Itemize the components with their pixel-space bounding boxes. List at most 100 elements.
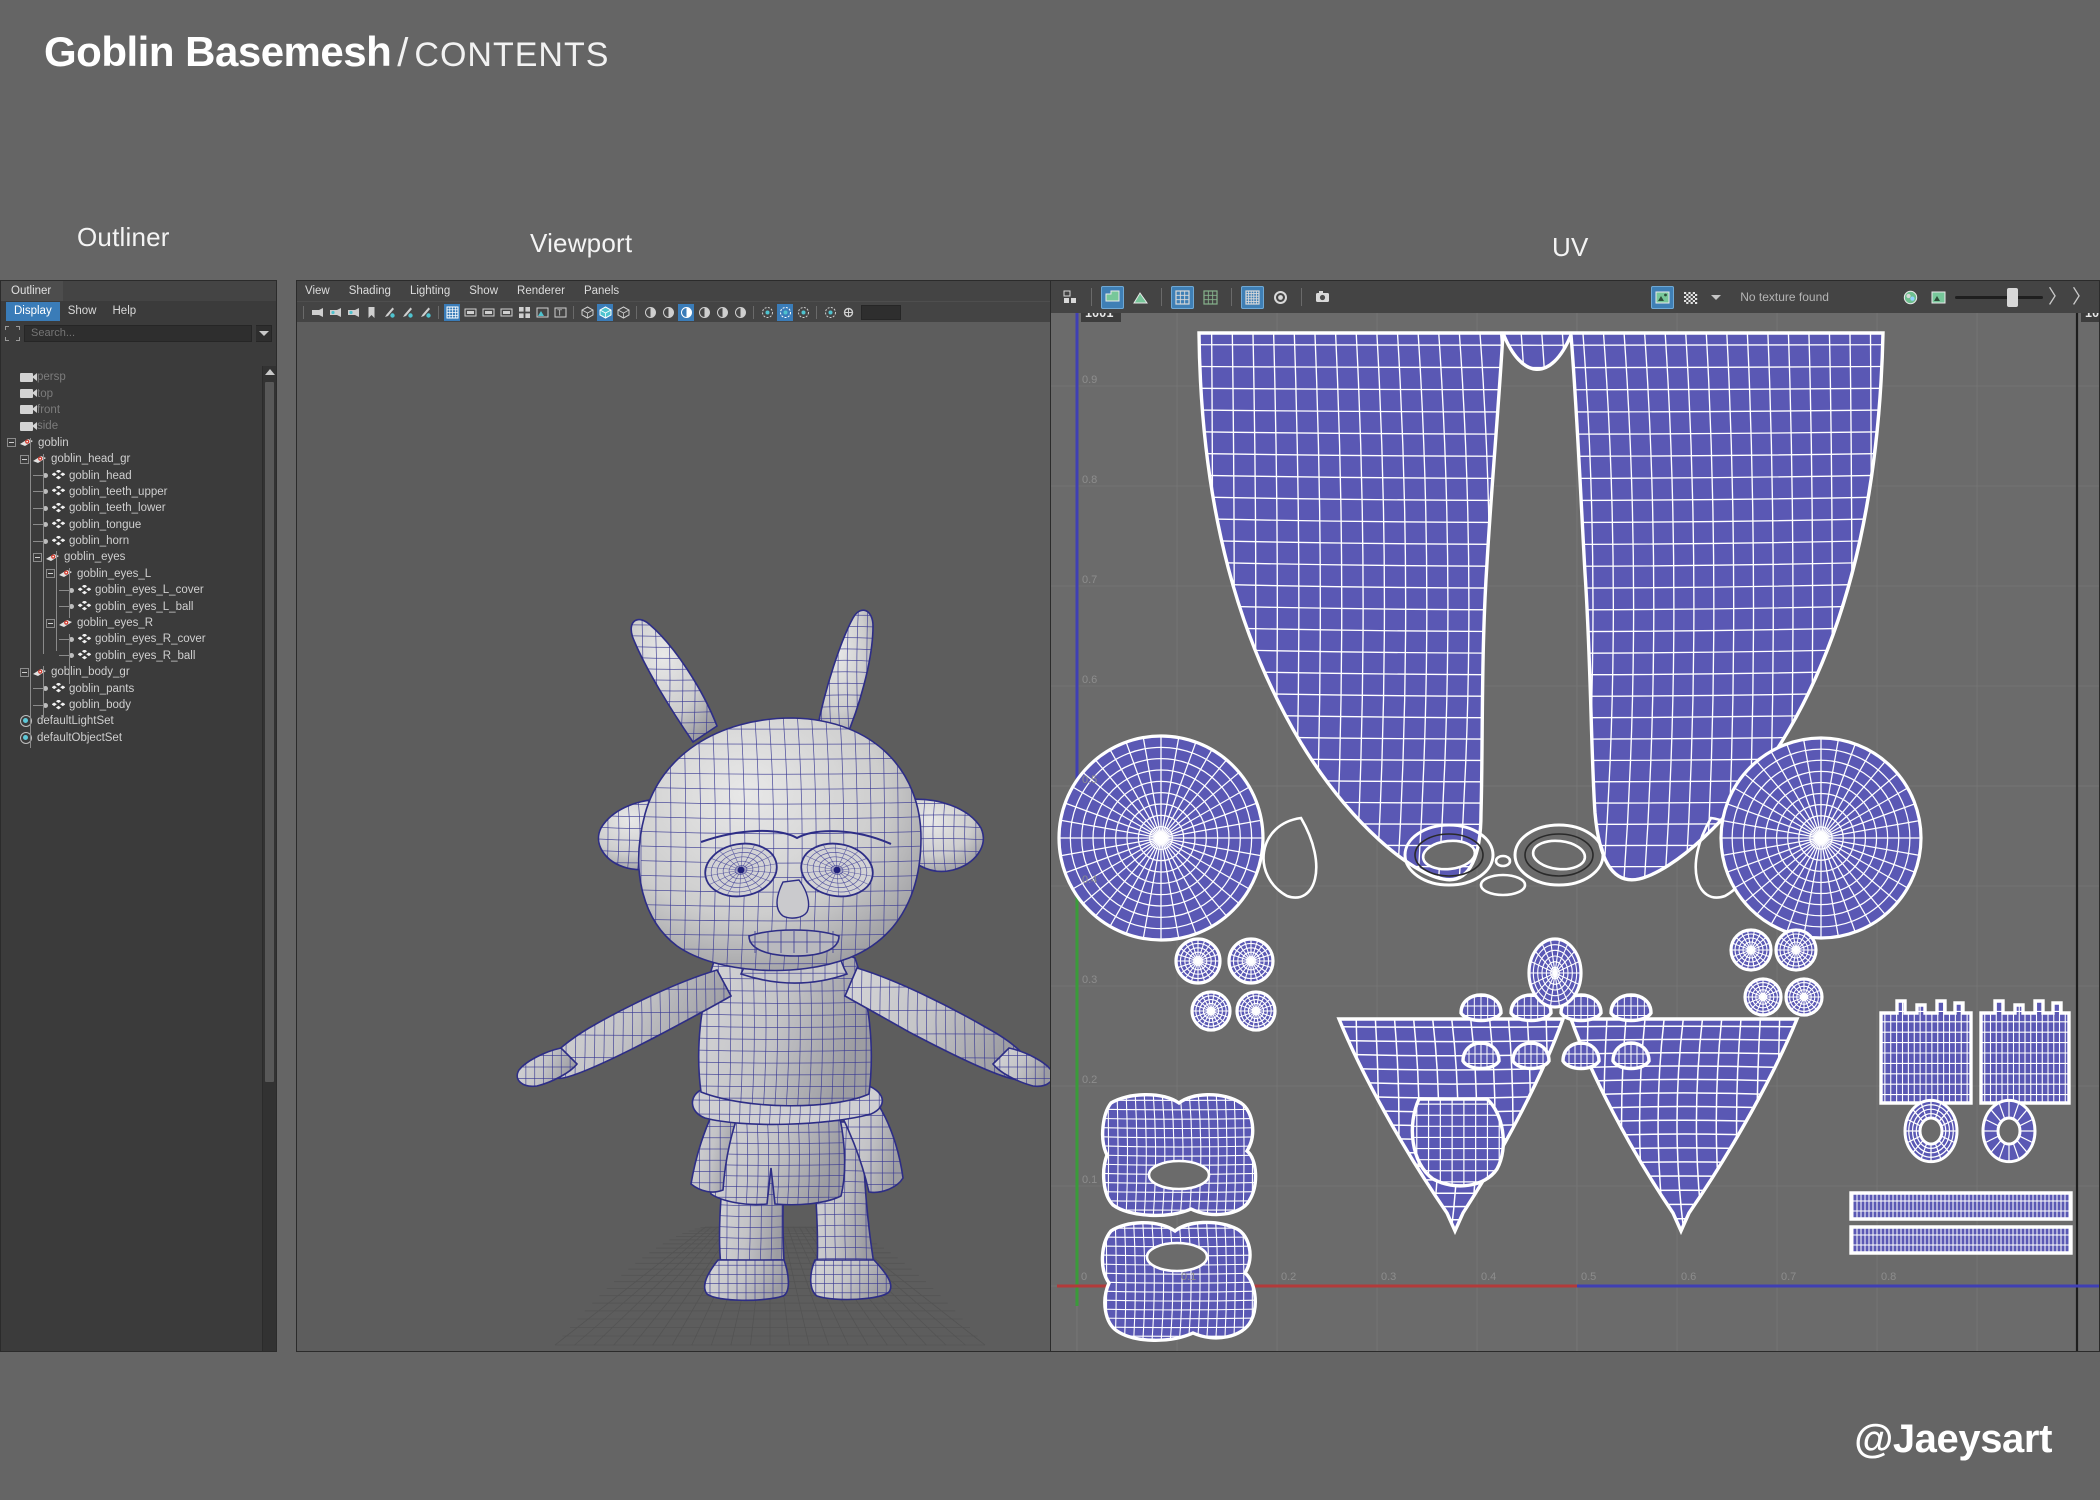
expander-collapse-icon[interactable] <box>46 618 55 628</box>
outliner-item-top[interactable]: top <box>1 385 262 401</box>
uv-grid-display-icon[interactable] <box>1171 285 1194 309</box>
tree-connector <box>33 491 43 493</box>
checker-pattern-icon[interactable] <box>1679 286 1702 309</box>
search-input[interactable] <box>24 324 252 342</box>
image-display-icon[interactable] <box>1651 285 1675 309</box>
shaded-textured-icon[interactable] <box>615 304 631 321</box>
multisample-icon[interactable] <box>714 304 730 321</box>
outliner-item-goblin_body[interactable]: goblin_body <box>1 697 262 713</box>
outliner-item-label: goblin_eyes <box>64 551 126 564</box>
chevron-down-icon[interactable] <box>1711 294 1722 300</box>
texture-toggle-icon[interactable]: T <box>552 304 568 321</box>
paint-select-icon[interactable] <box>399 304 415 321</box>
viewport-menu-view[interactable]: View <box>305 285 340 297</box>
viewport-menu-shading[interactable]: Shading <box>349 285 401 297</box>
shadows-icon[interactable] <box>660 304 676 321</box>
expander-collapse-icon[interactable] <box>46 569 55 579</box>
expander-collapse-icon[interactable] <box>20 667 29 677</box>
uv-isolate-icon[interactable] <box>1269 286 1292 309</box>
uv-checker-icon[interactable] <box>1199 286 1222 309</box>
outliner-menu-display[interactable]: Display <box>6 302 60 321</box>
resolution-gate-icon[interactable] <box>480 304 496 321</box>
outliner-item-goblin_tongue[interactable]: goblin_tongue <box>1 517 262 533</box>
outliner-item-goblin_horn[interactable]: goblin_horn <box>1 533 262 549</box>
outliner-scrollbar[interactable] <box>262 366 276 1351</box>
film-gate-icon[interactable] <box>462 304 478 321</box>
xray-joints-icon[interactable] <box>795 304 811 321</box>
outliner-item-goblin_eyes_R_ball[interactable]: goblin_eyes_R_ball <box>1 648 262 664</box>
outliner-menu-help[interactable]: Help <box>105 302 145 321</box>
grease-pencil-icon[interactable] <box>381 304 397 321</box>
viewport-menu-renderer[interactable]: Renderer <box>517 285 575 297</box>
uv-snapshot-icon[interactable] <box>1311 286 1334 309</box>
uv-canvas[interactable]: U1V11001 U2V100 0.9 0.8 0.7 0.6 0.5 0.4 0.3 0.2 0.… <box>1051 313 2099 1351</box>
outliner-item-front[interactable]: front <box>1 402 262 418</box>
outliner-tree[interactable]: persp top front side goblin goblin_head_gr gob… <box>1 366 262 1351</box>
outliner-item-goblin_teeth_upper[interactable]: goblin_teeth_upper <box>1 484 262 500</box>
outliner-item-goblin_body_gr[interactable]: goblin_body_gr <box>1 664 262 680</box>
outliner-item-goblin_head_gr[interactable]: goblin_head_gr <box>1 451 262 467</box>
outliner-item-goblin_eyes_L[interactable]: goblin_eyes_L <box>1 566 262 582</box>
viewport-menu-panels[interactable]: Panels <box>584 285 629 297</box>
camera-lock-icon[interactable] <box>327 304 343 321</box>
outliner-item-goblin_eyes_L_ball[interactable]: goblin_eyes_L_ball <box>1 598 262 614</box>
search-dropdown-button[interactable] <box>256 324 272 342</box>
outliner-tab[interactable]: Outliner <box>1 281 64 301</box>
brush-icon[interactable] <box>417 304 433 321</box>
viewport-canvas[interactable] <box>297 322 1051 1351</box>
viewport-menu-lighting[interactable]: Lighting <box>410 285 460 297</box>
outliner-item-defaultObjectSet[interactable]: defaultObjectSet <box>1 730 262 746</box>
uv-face-select-icon[interactable] <box>1129 286 1152 309</box>
exposure-icon[interactable] <box>840 304 856 321</box>
outliner-menu-show[interactable]: Show <box>60 302 105 321</box>
scrollbar-thumb[interactable] <box>265 382 274 1082</box>
screen-space-ao-icon[interactable] <box>678 303 694 321</box>
outliner-item-goblin[interactable]: goblin <box>1 435 262 451</box>
xray-active-icon[interactable] <box>822 304 838 321</box>
image-plane-icon[interactable] <box>534 304 550 321</box>
select-camera-icon[interactable] <box>309 304 325 321</box>
use-all-lights-icon[interactable] <box>642 304 658 321</box>
two-pane-icon[interactable] <box>516 304 532 321</box>
motion-blur-icon[interactable] <box>696 304 712 321</box>
viewport-panel[interactable]: View Shading Lighting Show Renderer Panels T <box>296 280 1052 1352</box>
outliner-item-persp[interactable]: persp <box>1 369 262 385</box>
bookmark-icon[interactable] <box>363 304 379 321</box>
wireframe-shaded-icon[interactable] <box>579 304 595 321</box>
outliner-item-goblin_eyes_L_cover[interactable]: goblin_eyes_L_cover <box>1 582 262 598</box>
scroll-up-arrow-icon[interactable] <box>264 369 275 375</box>
outliner-item-goblin_pants[interactable]: goblin_pants <box>1 680 262 696</box>
uv-expand-arrow-1-icon[interactable]: 〉 <box>2048 288 2067 307</box>
slider-knob[interactable] <box>2006 287 2018 307</box>
uv-expand-arrow-2-icon[interactable]: 〉 <box>2072 288 2091 307</box>
outliner-item-goblin_eyes[interactable]: goblin_eyes <box>1 549 262 565</box>
outliner-item-goblin_eyes_R_cover[interactable]: goblin_eyes_R_cover <box>1 631 262 647</box>
depth-of-field-icon[interactable] <box>732 304 748 321</box>
smooth-shaded-icon[interactable] <box>597 303 613 321</box>
viewport-menu-show[interactable]: Show <box>469 285 508 297</box>
outliner-item-goblin_teeth_lower[interactable]: goblin_teeth_lower <box>1 500 262 516</box>
uv-tile-label-u2v1: U2V100 <box>2081 313 2099 322</box>
uv-toolkit-icon[interactable] <box>1059 286 1082 309</box>
uv-texture-grid-icon[interactable] <box>1241 285 1264 309</box>
exposure-value-field[interactable] <box>861 304 901 320</box>
grid-toggle-icon[interactable] <box>444 303 460 321</box>
outliner-item-goblin_head[interactable]: goblin_head <box>1 467 262 483</box>
image-toggle-icon[interactable] <box>1927 286 1950 309</box>
isolate-select-icon[interactable] <box>759 304 775 321</box>
color-channel-icon[interactable] <box>1899 286 1922 309</box>
selection-bracket-icon[interactable] <box>5 325 20 341</box>
gate-mask-icon[interactable] <box>498 304 514 321</box>
outliner-item-goblin_eyes_R[interactable]: goblin_eyes_R <box>1 615 262 631</box>
uv-shell-select-icon[interactable] <box>1101 285 1124 309</box>
expander-collapse-icon[interactable] <box>20 454 29 464</box>
uv-opacity-slider[interactable] <box>1954 286 2043 309</box>
expander-collapse-icon[interactable] <box>7 438 16 448</box>
outliner-item-defaultLightSet[interactable]: defaultLightSet <box>1 713 262 729</box>
camera-attr-icon[interactable] <box>345 304 361 321</box>
uv-editor-panel[interactable]: No texture found 〉 〉 U1V11001 U2V100 0.9 0.8 0… <box>1050 280 2100 1352</box>
expander-collapse-icon[interactable] <box>33 552 42 562</box>
outliner-item-side[interactable]: side <box>1 418 262 434</box>
xray-icon[interactable] <box>777 303 793 321</box>
outliner-panel[interactable]: Outliner Display Show Help persp top front… <box>0 280 277 1352</box>
